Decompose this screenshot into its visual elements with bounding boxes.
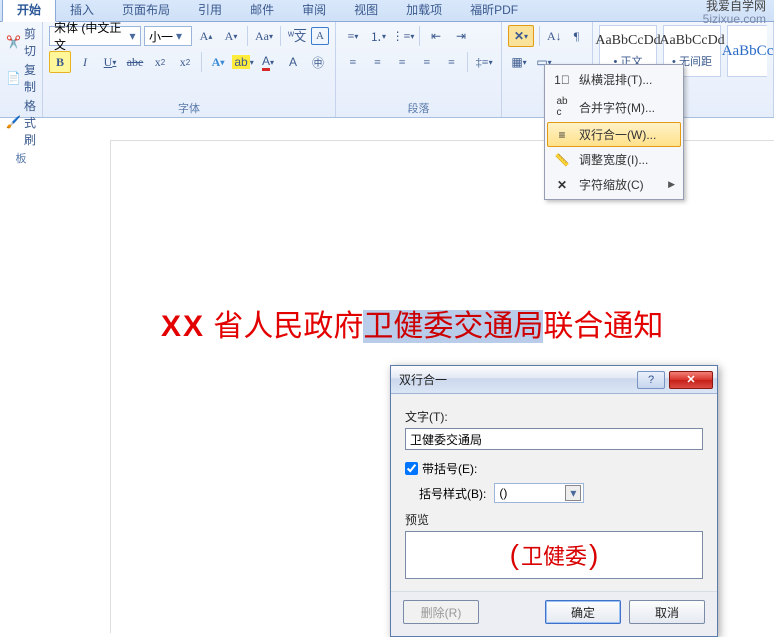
subscript-button[interactable]: x2 xyxy=(149,51,171,73)
group-label-font: 字体 xyxy=(49,98,329,116)
brackets-checkbox[interactable] xyxy=(405,462,418,475)
copy-icon: 📄 xyxy=(6,71,21,86)
italic-button[interactable]: I xyxy=(74,51,96,73)
group-clipboard: ✂️ 剪切 📄 复制 🖌️ 格式刷 板 xyxy=(0,22,43,117)
grow-font-button[interactable]: A▴ xyxy=(195,25,217,47)
strikethrough-button[interactable]: abe xyxy=(124,51,146,73)
dialog-title: 双行合一 xyxy=(399,371,447,388)
twolines-icon: ≡ xyxy=(553,128,571,142)
asian-layout-icon: ✕ xyxy=(514,29,524,43)
tab-view[interactable]: 视图 xyxy=(340,0,392,21)
font-size-combo[interactable]: 小一▾ xyxy=(144,26,192,46)
line-spacing-button[interactable]: ‡≡▾ xyxy=(473,51,495,73)
bracket-style-label: 括号样式(B): xyxy=(419,485,486,502)
tab-mail[interactable]: 邮件 xyxy=(236,0,288,21)
copy-button[interactable]: 📄 复制 xyxy=(6,61,36,95)
style-heading[interactable]: AaBbCc xyxy=(727,25,767,77)
shrink-font-button[interactable]: A▾ xyxy=(220,25,242,47)
two-lines-dialog: 双行合一 ? ✕ 文字(T): 带括号(E): 括号样式(B): () ▾ 预览… xyxy=(390,365,718,637)
tab-review[interactable]: 审阅 xyxy=(288,0,340,21)
ok-button[interactable]: 确定 xyxy=(545,600,621,624)
multilevel-button[interactable]: ⋮≡▾ xyxy=(392,25,414,47)
menu-char-scale[interactable]: ✕ 字符缩放(C) ▶ xyxy=(547,172,681,197)
char-shading-button[interactable]: A xyxy=(282,51,304,73)
highlight-button[interactable]: ab▾ xyxy=(232,51,254,73)
font-family-combo[interactable]: 宋体 (中文正文▾ xyxy=(49,26,141,46)
dialog-titlebar[interactable]: 双行合一 ? ✕ xyxy=(391,366,717,394)
remove-button[interactable]: 删除(R) xyxy=(403,600,479,624)
ruler-icon: 📏 xyxy=(553,153,571,167)
text-input[interactable] xyxy=(405,428,703,450)
change-case-button[interactable]: Aa▾ xyxy=(253,25,275,47)
group-label-clipboard: 板 xyxy=(6,148,36,166)
text-effects-button[interactable]: A▾ xyxy=(207,51,229,73)
align-right-button[interactable]: ≡ xyxy=(416,51,438,73)
bold-button[interactable]: B xyxy=(49,51,71,73)
indent-dec-button[interactable]: ⇤ xyxy=(425,25,447,47)
help-button[interactable]: ? xyxy=(637,371,665,389)
tab-home[interactable]: 开始 xyxy=(2,0,56,22)
bullets-button[interactable]: ≡▾ xyxy=(342,25,364,47)
menu-two-lines-in-one[interactable]: ≡ 双行合一(W)... xyxy=(547,122,681,147)
char-border-button[interactable]: A xyxy=(311,27,329,45)
preview-label: 预览 xyxy=(405,511,703,528)
tab-insert[interactable]: 插入 xyxy=(56,0,108,21)
vhmix-icon: 1⃣ xyxy=(553,73,571,87)
group-label-paragraph: 段落 xyxy=(342,98,495,116)
chevron-down-icon: ▾ xyxy=(127,29,138,43)
showmarks-button[interactable]: ¶ xyxy=(567,25,586,47)
brackets-label: 带括号(E): xyxy=(422,460,477,477)
scale-icon: ✕ xyxy=(553,178,571,192)
cut-button[interactable]: ✂️ 剪切 xyxy=(6,25,36,59)
preview-box: (卫健委( xyxy=(405,531,703,579)
asian-layout-button[interactable]: ✕▾ xyxy=(508,25,534,47)
document-heading[interactable]: XX 省人民政府卫健委交通局联合通知 xyxy=(161,301,754,345)
phonetic-guide-button[interactable]: ᵂ文 xyxy=(286,25,308,47)
align-distribute-button[interactable]: ≡ xyxy=(441,51,463,73)
chevron-down-icon: ▾ xyxy=(565,485,581,501)
group-font: 宋体 (中文正文▾ 小一▾ A▴ A▾ Aa▾ ᵂ文 A B I U▾ abe … xyxy=(43,22,336,117)
shading-button[interactable]: ▦▾ xyxy=(508,51,530,73)
tab-foxit[interactable]: 福昕PDF xyxy=(456,0,532,21)
text-field-label: 文字(T): xyxy=(405,408,703,425)
menu-vertical-horizontal[interactable]: 1⃣ 纵横混排(T)... xyxy=(547,67,681,92)
asian-layout-menu: 1⃣ 纵横混排(T)... abc 合并字符(M)... ≡ 双行合一(W)..… xyxy=(544,64,684,200)
font-color-button[interactable]: A▾ xyxy=(257,51,279,73)
scissors-icon: ✂️ xyxy=(6,35,21,50)
close-button[interactable]: ✕ xyxy=(669,371,713,389)
group-paragraph: ≡▾ ⒈▾ ⋮≡▾ ⇤ ⇥ ≡ ≡ ≡ ≡ ≡ ‡≡▾ 段落 xyxy=(336,22,502,117)
brush-icon: 🖌️ xyxy=(6,115,21,130)
menu-fit-width[interactable]: 📏 调整宽度(I)... xyxy=(547,147,681,172)
tab-addins[interactable]: 加载项 xyxy=(392,0,456,21)
brand-watermark: 我爱自学网 5izixue.com xyxy=(703,0,766,26)
underline-button[interactable]: U▾ xyxy=(99,51,121,73)
chevron-down-icon: ▾ xyxy=(173,29,185,43)
bracket-style-combo[interactable]: () ▾ xyxy=(494,483,584,503)
tab-references[interactable]: 引用 xyxy=(184,0,236,21)
submenu-arrow-icon: ▶ xyxy=(668,179,675,190)
align-center-button[interactable]: ≡ xyxy=(391,51,413,73)
align-left-button[interactable]: ≡ xyxy=(367,51,389,73)
superscript-button[interactable]: x2 xyxy=(174,51,196,73)
numbering-button[interactable]: ⒈▾ xyxy=(367,25,389,47)
sort-button[interactable]: A↓ xyxy=(545,25,564,47)
cancel-button[interactable]: 取消 xyxy=(629,600,705,624)
selected-text[interactable]: 卫健委交通局 xyxy=(363,310,543,343)
format-painter-button[interactable]: 🖌️ 格式刷 xyxy=(6,97,36,148)
align-justify-button[interactable]: ≡ xyxy=(342,51,364,73)
tab-layout[interactable]: 页面布局 xyxy=(108,0,184,21)
indent-inc-button[interactable]: ⇥ xyxy=(450,25,472,47)
menu-combine-chars[interactable]: abc 合并字符(M)... xyxy=(547,92,681,122)
combine-icon: abc xyxy=(553,96,571,118)
enclose-char-button[interactable]: ㊥ xyxy=(307,51,329,73)
